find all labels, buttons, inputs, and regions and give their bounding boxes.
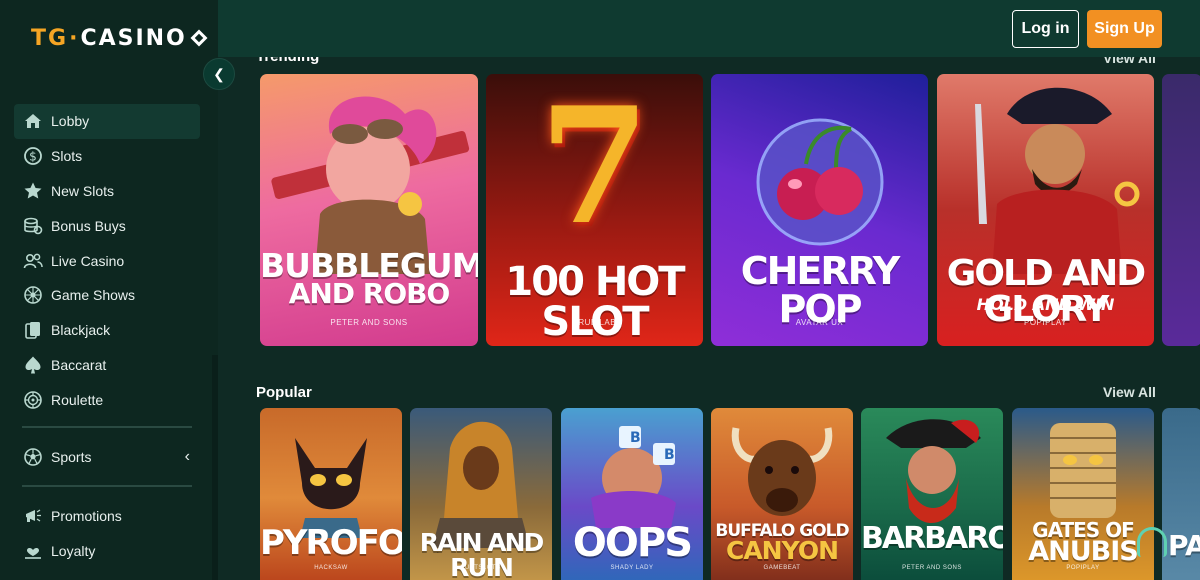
sidebar-item-label: Game Shows [51, 287, 136, 304]
sidebar-item-sports[interactable]: Sports [14, 440, 200, 475]
lucky-seven-art: 7 [538, 74, 651, 260]
sidebar-nav: Lobby $ Slots New Slots Bonus Buys Live … [14, 104, 200, 417]
logo-casino-text: CASINO [80, 25, 187, 51]
megaphone-icon [22, 506, 43, 527]
sidebar-item-label: New Slots [51, 182, 115, 199]
sidebar-item-label: Bonus Buys [51, 217, 126, 234]
coin-stack-icon [22, 215, 43, 236]
sidebar-item-slots[interactable]: $ Slots [14, 139, 200, 174]
logo-dot: · [69, 25, 80, 51]
sidebar-item-roulette[interactable]: Roulette [14, 382, 200, 417]
game-provider: POPIPLAY [1024, 318, 1067, 327]
sidebar-sports-group: Sports ‹ [14, 440, 200, 475]
game-provider: POPIPLAY [1066, 565, 1100, 571]
sidebar-item-label: Blackjack [51, 322, 111, 339]
game-provider: TRUE LAB [572, 318, 617, 327]
sidebar-item-label: Lobby [51, 113, 90, 130]
sidebar-collapse-button[interactable]: ❮ [203, 58, 235, 90]
tg-casino-logo[interactable]: TG · CASINO [31, 25, 208, 51]
users-icon [22, 250, 43, 271]
sidebar-item-label: Roulette [51, 391, 104, 408]
game-card-gold-and-glory[interactable]: GOLD AND GLORY HOLD AND WIN POPIPLAY [937, 74, 1154, 346]
game-title: OOPS [572, 520, 693, 566]
game-title: PA [1168, 529, 1200, 562]
game-card-barbarossa[interactable]: BARBAROSSA PETER AND SONS [861, 408, 1003, 580]
star-icon [22, 180, 43, 201]
game-art [1162, 74, 1200, 346]
game-card-partial[interactable] [1162, 74, 1200, 346]
spade-icon [22, 354, 43, 375]
sidebar-item-live-casino[interactable]: Live Casino [14, 243, 200, 278]
sidebar-item-label: Baccarat [51, 356, 107, 373]
game-title: PYROFOX [260, 523, 402, 563]
wheel-icon [22, 285, 43, 306]
sidebar-item-loyalty[interactable]: Loyalty [14, 534, 200, 569]
sidebar-item-label: Sports [51, 449, 92, 466]
roulette-icon [22, 389, 43, 410]
game-subtitle: HOLD AND WIN [976, 295, 1115, 314]
game-card-buffalo-gold-canyon[interactable]: BUFFALO GOLD CANYON GAMEBEAT [711, 408, 853, 580]
game-title-line2: CANYON [725, 536, 839, 565]
home-icon [22, 111, 43, 132]
chevron-left-icon: ❮ [213, 65, 225, 82]
svg-text:B: B [630, 430, 641, 446]
game-card-pyrofox[interactable]: PYROFOX HACKSAW [260, 408, 402, 580]
diamond-icon [190, 29, 208, 47]
sidebar-item-lobby[interactable]: Lobby [14, 104, 200, 139]
game-provider: SHADY LADY [610, 565, 654, 571]
game-card-oops[interactable]: B B OOPS SHADY LADY [561, 408, 703, 580]
sidebar-item-game-shows[interactable]: Game Shows [14, 278, 200, 313]
sidebar-item-label: Promotions [51, 508, 122, 525]
game-card-bubblegum[interactable]: BUBBLEGUM AND ROBO PETER AND SONS [260, 74, 478, 346]
sidebar: TG · CASINO Lobby $ Slots New Slots Bonu… [0, 0, 218, 580]
game-card-gates-of-anubis[interactable]: GATES OF ANUBIS POPIPLAY [1012, 408, 1154, 580]
game-provider: HACKSAW [314, 565, 348, 571]
game-card-partial[interactable]: PA [1162, 408, 1200, 580]
headset-support-icon[interactable] [1137, 527, 1167, 557]
sidebar-item-label: Loyalty [51, 543, 96, 560]
logo-tg-text: TG [31, 25, 69, 51]
sidebar-item-new-slots[interactable]: New Slots [14, 174, 200, 209]
sidebar-divider [22, 426, 192, 428]
popular-view-all[interactable]: View All [1103, 384, 1156, 400]
game-card-cherry-pop[interactable]: CHERRY POP AVATAR UX [711, 74, 928, 346]
sidebar-divider [22, 485, 192, 487]
dollar-coin-icon: $ [22, 146, 43, 167]
game-title-line2: ANUBIS [1028, 536, 1139, 567]
game-provider: PETER AND SONS [902, 565, 962, 571]
game-provider: AVATAR UX [795, 318, 844, 327]
game-title: 100 HOT SLOT [505, 259, 685, 345]
sidebar-item-label: Slots [51, 148, 83, 165]
sidebar-item-bonus-buys[interactable]: Bonus Buys [14, 208, 200, 243]
sidebar-item-baccarat[interactable]: Baccarat [14, 348, 200, 383]
game-provider: JUSTSLOTS [461, 565, 501, 571]
heart-hand-icon [22, 541, 43, 562]
sidebar-edge [212, 355, 218, 580]
game-title: BARBAROSSA [861, 521, 1003, 556]
sidebar-item-blackjack[interactable]: Blackjack [14, 313, 200, 348]
soccer-ball-icon [22, 447, 43, 468]
chevron-left-icon[interactable]: ‹ [185, 448, 190, 466]
svg-text:$: $ [29, 150, 37, 164]
game-title-line2: AND ROBO [288, 277, 451, 310]
svg-text:B: B [664, 447, 675, 463]
popular-title: Popular [256, 384, 312, 401]
game-card-rain-and-ruin[interactable]: RAIN AND RUIN JUSTSLOTS [410, 408, 552, 580]
game-title: RAIN AND RUIN [419, 528, 545, 580]
sidebar-extra-group: Promotions Loyalty [14, 499, 200, 569]
login-button[interactable]: Log in [1012, 10, 1079, 48]
game-card-100-hot-slot[interactable]: 7 100 HOT SLOT TRUE LAB [486, 74, 703, 346]
game-provider: GAMEBEAT [763, 565, 801, 571]
sidebar-item-promotions[interactable]: Promotions [14, 499, 200, 534]
game-title: CHERRY POP [740, 249, 901, 331]
signup-button[interactable]: Sign Up [1087, 10, 1162, 48]
cards-icon [22, 320, 43, 341]
sidebar-item-label: Live Casino [51, 252, 125, 269]
game-provider: PETER AND SONS [330, 318, 408, 327]
